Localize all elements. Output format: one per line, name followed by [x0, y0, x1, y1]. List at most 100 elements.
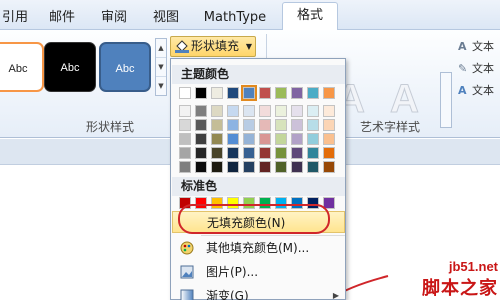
theme-shade-swatch[interactable]	[195, 105, 207, 117]
theme-shade-swatch[interactable]	[259, 161, 271, 173]
theme-shade-swatch[interactable]	[227, 147, 239, 159]
theme-shade-swatch[interactable]	[227, 161, 239, 173]
wordart-gallery-scroll[interactable]	[440, 72, 452, 128]
theme-shade-swatch[interactable]	[243, 119, 255, 131]
theme-shade-swatch[interactable]	[323, 119, 335, 131]
theme-shade-swatch[interactable]	[291, 119, 303, 131]
watermark-site-name: 脚本之家	[422, 278, 498, 299]
theme-shade-swatch[interactable]	[307, 119, 319, 131]
theme-shade-swatch[interactable]	[307, 105, 319, 117]
text-fill-option[interactable]: A 文本	[458, 38, 494, 54]
theme-top-swatch[interactable]	[195, 87, 207, 99]
theme-shade-swatch[interactable]	[291, 133, 303, 145]
theme-shade-swatch[interactable]	[243, 133, 255, 145]
more-fill-colors-label: 其他填充颜色(M)...	[206, 241, 310, 255]
theme-top-swatch[interactable]	[323, 87, 335, 99]
theme-shade-swatch[interactable]	[227, 119, 239, 131]
gallery-down-icon[interactable]: ▼	[156, 58, 166, 77]
theme-top-swatch[interactable]	[259, 87, 271, 99]
theme-shade-swatch[interactable]	[227, 105, 239, 117]
theme-shade-swatch[interactable]	[291, 161, 303, 173]
theme-shade-swatch[interactable]	[275, 105, 287, 117]
wordart-styles-group-label: 艺术字样式	[360, 120, 421, 134]
tab-format[interactable]: 格式	[282, 2, 338, 31]
theme-top-swatch[interactable]	[227, 87, 239, 99]
ribbon-tab-bar: 引用 邮件 审阅 视图 MathType 格式	[0, 0, 500, 31]
text-outline-icon: ✎	[458, 62, 468, 75]
wordart-sample-3[interactable]: A	[390, 76, 420, 122]
theme-shade-swatch[interactable]	[243, 105, 255, 117]
shape-fill-button[interactable]: 形状填充 ▼	[170, 36, 256, 57]
theme-top-swatch[interactable]	[291, 87, 303, 99]
theme-shade-swatch[interactable]	[179, 147, 191, 159]
gallery-up-icon[interactable]: ▲	[156, 39, 166, 58]
theme-shade-swatch[interactable]	[211, 119, 223, 131]
theme-top-swatch[interactable]	[275, 87, 287, 99]
theme-shade-swatch[interactable]	[211, 133, 223, 145]
theme-shade-swatch[interactable]	[307, 161, 319, 173]
theme-shade-swatch[interactable]	[275, 119, 287, 131]
theme-shade-swatch[interactable]	[291, 105, 303, 117]
tab-mailings[interactable]: 邮件	[40, 6, 84, 30]
theme-shade-swatch[interactable]	[259, 133, 271, 145]
theme-shade-swatch[interactable]	[243, 147, 255, 159]
theme-shade-swatch[interactable]	[211, 105, 223, 117]
picture-icon	[180, 265, 194, 279]
theme-shade-swatch[interactable]	[323, 161, 335, 173]
theme-shade-swatch[interactable]	[323, 133, 335, 145]
shape-style-gallery-scroll[interactable]: ▲ ▼ ▼	[155, 38, 167, 96]
theme-shade-swatch[interactable]	[195, 147, 207, 159]
theme-shade-swatch[interactable]	[323, 147, 335, 159]
text-effects-option[interactable]: A 文本	[458, 82, 494, 98]
shape-style-black[interactable]: Abc	[44, 42, 96, 92]
theme-shade-swatch[interactable]	[291, 147, 303, 159]
theme-shade-swatch[interactable]	[211, 147, 223, 159]
more-fill-colors-item[interactable]: 其他填充颜色(M)...	[172, 237, 345, 259]
gradient-icon	[180, 289, 194, 300]
theme-shade-swatch[interactable]	[179, 133, 191, 145]
shape-style-blue[interactable]: Abc	[99, 42, 151, 92]
shape-fill-label: 形状填充	[191, 39, 240, 53]
theme-shade-swatch[interactable]	[307, 133, 319, 145]
tab-references[interactable]: 引用	[0, 6, 30, 30]
theme-shade-swatch[interactable]	[195, 161, 207, 173]
theme-shade-swatch[interactable]	[179, 161, 191, 173]
chevron-down-icon: ▼	[245, 42, 252, 51]
tab-view[interactable]: 视图	[144, 6, 188, 30]
theme-top-swatch[interactable]	[307, 87, 319, 99]
theme-shade-swatch[interactable]	[275, 133, 287, 145]
theme-top-swatch[interactable]	[179, 87, 191, 99]
palette-icon	[180, 241, 194, 255]
gradient-fill-label: 渐变(G)	[206, 289, 249, 300]
theme-shade-swatch[interactable]	[259, 147, 271, 159]
highlight-annotation-ring	[178, 204, 330, 234]
gradient-fill-item[interactable]: 渐变(G) ▶	[172, 285, 345, 300]
theme-top-swatch[interactable]	[241, 85, 257, 101]
theme-shade-swatch[interactable]	[179, 105, 191, 117]
theme-shade-swatch[interactable]	[259, 119, 271, 131]
theme-shade-swatch[interactable]	[211, 161, 223, 173]
watermark-domain: jb51.net	[448, 259, 498, 274]
theme-shade-swatch[interactable]	[307, 147, 319, 159]
text-outline-option[interactable]: ✎ 文本	[458, 60, 494, 76]
shape-fill-menu: 主题颜色 标准色 无填充颜色(N) 其他填充颜色(M)... 图片(P)... …	[170, 58, 346, 300]
theme-shade-swatch[interactable]	[195, 119, 207, 131]
watermark: jb51.net 脚本之家	[422, 259, 498, 300]
text-fill-icon: A	[458, 40, 467, 53]
shape-style-orange-outline[interactable]: Abc	[0, 42, 44, 92]
theme-shade-swatch[interactable]	[227, 133, 239, 145]
tab-review[interactable]: 审阅	[92, 6, 136, 30]
theme-shade-swatch[interactable]	[243, 161, 255, 173]
picture-fill-item[interactable]: 图片(P)...	[172, 261, 345, 283]
theme-shade-swatch[interactable]	[179, 119, 191, 131]
theme-shade-swatch[interactable]	[195, 133, 207, 145]
theme-shade-swatch[interactable]	[259, 105, 271, 117]
text-effects-icon: A	[458, 84, 467, 97]
tab-mathtype[interactable]: MathType	[196, 6, 274, 30]
theme-shade-swatch[interactable]	[323, 105, 335, 117]
theme-colors-heading: 主题颜色	[172, 65, 345, 84]
theme-shade-swatch[interactable]	[275, 161, 287, 173]
theme-shade-swatch[interactable]	[275, 147, 287, 159]
gallery-more-icon[interactable]: ▼	[156, 77, 166, 96]
theme-top-swatch[interactable]	[211, 87, 223, 99]
